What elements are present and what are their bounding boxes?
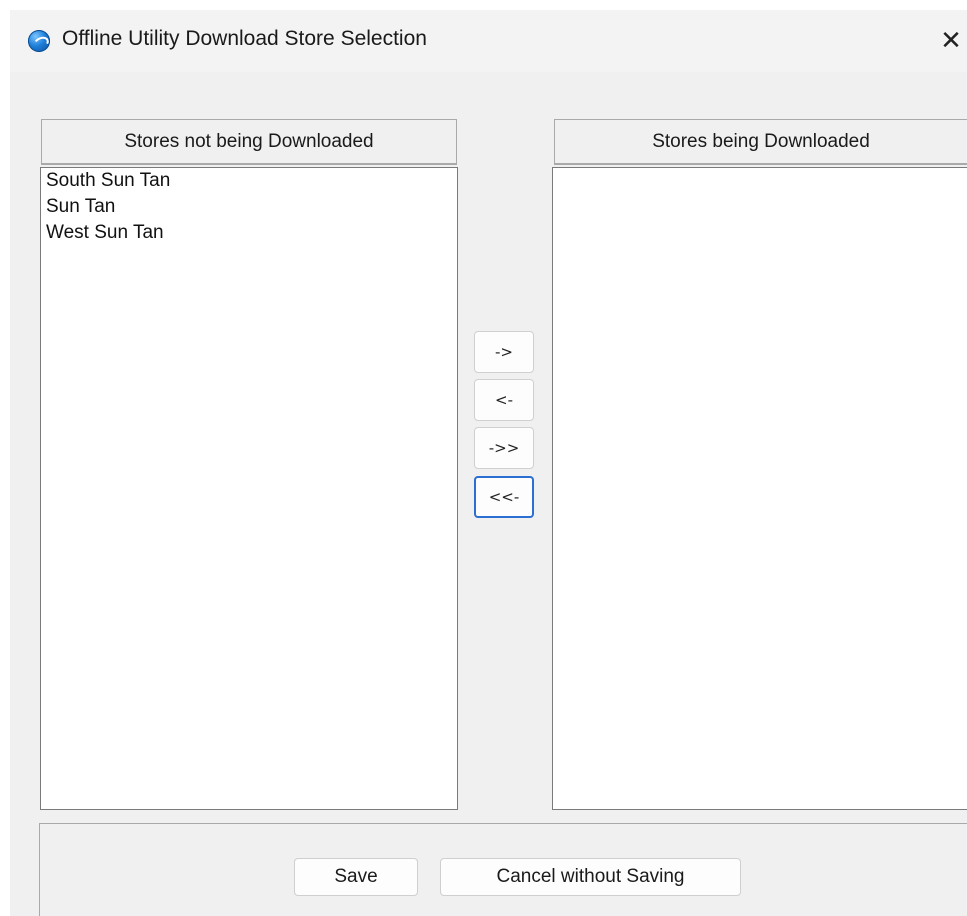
list-item[interactable]: West Sun Tan — [41, 220, 457, 246]
dialog-window: Offline Utility Download Store Selection… — [10, 10, 967, 916]
close-icon[interactable]: ✕ — [934, 24, 967, 58]
stores-not-downloaded-list[interactable]: South Sun Tan Sun Tan West Sun Tan — [40, 167, 458, 810]
save-button[interactable]: Save — [294, 858, 418, 896]
move-left-button[interactable]: <- — [474, 379, 534, 421]
cancel-without-saving-button[interactable]: Cancel without Saving — [440, 858, 741, 896]
right-list-header: Stores being Downloaded — [554, 119, 967, 165]
app-logo-icon — [28, 30, 50, 52]
title-bar: Offline Utility Download Store Selection… — [10, 10, 967, 72]
move-all-left-button[interactable]: <<- — [474, 476, 534, 518]
list-item[interactable]: South Sun Tan — [41, 168, 457, 194]
move-right-button[interactable]: -> — [474, 331, 534, 373]
left-list-header: Stores not being Downloaded — [41, 119, 457, 165]
list-item[interactable]: Sun Tan — [41, 194, 457, 220]
stores-being-downloaded-list[interactable] — [552, 167, 967, 810]
window-title: Offline Utility Download Store Selection — [62, 27, 427, 50]
move-all-right-button[interactable]: ->> — [474, 427, 534, 469]
